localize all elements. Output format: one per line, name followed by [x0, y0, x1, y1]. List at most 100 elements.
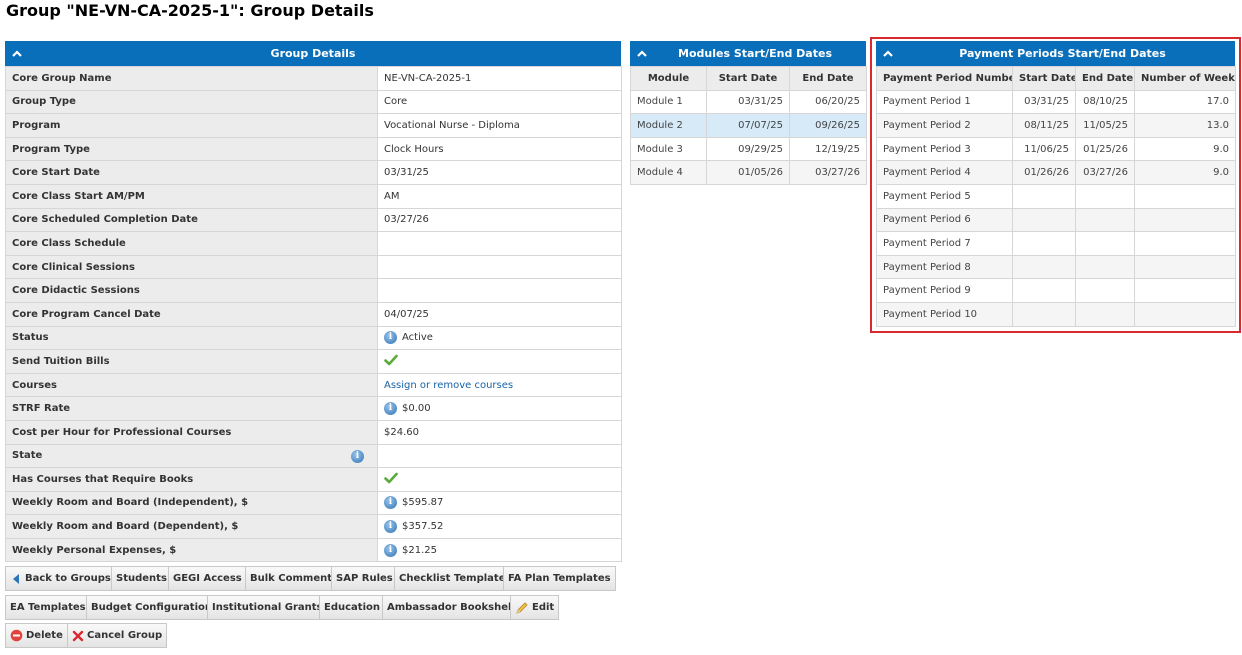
- column-header: Payment Period Number: [876, 66, 1013, 91]
- row-label: Weekly Personal Expenses, $: [5, 537, 378, 563]
- column-header: End Date: [789, 66, 867, 91]
- period-weeks: [1134, 183, 1236, 209]
- row-label: State: [12, 450, 43, 462]
- group-details-table: Core Group Name NE-VN-CA-2025-1 Group Ty…: [5, 66, 622, 563]
- column-header: End Date: [1075, 66, 1135, 91]
- row-label: Weekly Room and Board (Independent), $: [5, 490, 378, 516]
- row-label: Core Didactic Sessions: [5, 278, 378, 303]
- table-row[interactable]: Module 1 03/31/25 06/20/25: [630, 89, 867, 115]
- table-header-row: Payment Period Number Start Date End Dat…: [876, 66, 1236, 91]
- chevron-up-icon[interactable]: [11, 41, 23, 66]
- arrow-left-icon: [13, 573, 19, 584]
- row-value: i $21.25: [377, 537, 622, 563]
- table-row: Payment Period 2 08/11/25 11/05/25 13.0: [876, 113, 1236, 138]
- row-value: i $357.52: [377, 514, 622, 539]
- module-name: Module 1: [630, 89, 707, 115]
- period-name: Payment Period 2: [876, 113, 1013, 138]
- row-label: Has Courses that Require Books: [5, 467, 378, 492]
- students-button[interactable]: Students: [111, 566, 172, 591]
- x-icon: [72, 630, 84, 641]
- row-value: [377, 349, 622, 374]
- gegi-access-label: GEGI Access: [173, 573, 242, 584]
- info-icon[interactable]: i: [384, 331, 397, 345]
- cancel-group-button[interactable]: Cancel Group: [67, 623, 168, 648]
- info-icon[interactable]: i: [384, 402, 397, 416]
- institutional-grants-label: Institutional Grants: [212, 602, 323, 613]
- module-start: 01/05/26: [706, 160, 790, 185]
- table-row: Core Class Start AM/PM AM: [5, 183, 622, 209]
- period-name: Payment Period 6: [876, 207, 1013, 233]
- state-label-cell: State i: [5, 443, 378, 469]
- row-label: Core Start Date: [5, 160, 378, 185]
- assign-courses-link[interactable]: Assign or remove courses: [384, 380, 513, 391]
- bulk-comment-button[interactable]: Bulk Comment: [245, 566, 338, 591]
- module-start: 07/07/25: [706, 113, 790, 138]
- chevron-up-icon[interactable]: [636, 41, 648, 66]
- row-label: Program: [5, 113, 378, 138]
- info-icon[interactable]: i: [384, 496, 397, 510]
- module-start: 09/29/25: [706, 136, 790, 162]
- row-value: Assign or remove courses: [377, 372, 622, 398]
- gegi-access-button[interactable]: GEGI Access: [168, 566, 247, 591]
- module-name: Module 3: [630, 136, 707, 162]
- delete-button[interactable]: Delete: [5, 623, 68, 648]
- period-start: 01/26/26: [1012, 160, 1076, 185]
- checklist-template-button[interactable]: Checklist Template: [394, 566, 511, 591]
- ambassador-bookshelf-label: Ambassador Bookshelf: [387, 602, 516, 613]
- info-icon[interactable]: i: [384, 543, 397, 557]
- info-icon[interactable]: i: [384, 520, 397, 534]
- delete-label: Delete: [26, 630, 63, 641]
- ambassador-bookshelf-button[interactable]: Ambassador Bookshelf: [382, 595, 521, 620]
- modules-table: Module Start Date End Date Module 1 03/3…: [630, 66, 867, 185]
- edit-button[interactable]: Edit: [510, 595, 560, 620]
- table-row-selected[interactable]: Module 2 07/07/25 09/26/25: [630, 113, 867, 138]
- payment-periods-header[interactable]: Payment Periods Start/End Dates: [876, 41, 1235, 66]
- group-details-panel: Group Details Core Group Name NE-VN-CA-2…: [5, 41, 622, 563]
- period-weeks: [1134, 301, 1236, 327]
- table-row[interactable]: Module 3 09/29/25 12/19/25: [630, 136, 867, 162]
- table-row: Status i Active: [5, 325, 622, 351]
- row-label: STRF Rate: [5, 396, 378, 421]
- period-end: 01/25/26: [1075, 136, 1135, 162]
- column-header: Start Date: [1012, 66, 1076, 91]
- group-details-header[interactable]: Group Details: [5, 41, 621, 66]
- table-row: Program Vocational Nurse - Diploma: [5, 113, 622, 138]
- education-button[interactable]: Education: [319, 595, 385, 620]
- table-row: Core Start Date 03/31/25: [5, 160, 622, 185]
- table-header-row: Module Start Date End Date: [630, 66, 867, 91]
- module-end: 06/20/25: [789, 89, 867, 115]
- sap-rules-button[interactable]: SAP Rules: [331, 566, 398, 591]
- column-header: Number of Weeks: [1134, 66, 1236, 91]
- period-weeks: [1134, 231, 1236, 256]
- table-row: Payment Period 5: [876, 183, 1236, 209]
- table-row: Payment Period 4 01/26/26 03/27/26 9.0: [876, 160, 1236, 185]
- group-details-title: Group Details: [270, 47, 356, 60]
- module-name: Module 4: [630, 160, 707, 185]
- status-cell: i Active: [377, 325, 622, 351]
- modules-title: Modules Start/End Dates: [678, 47, 832, 60]
- bulk-comment-label: Bulk Comment: [250, 573, 333, 584]
- table-row: Payment Period 7: [876, 231, 1236, 256]
- status-value: Active: [402, 332, 433, 344]
- check-icon: [384, 472, 398, 487]
- period-start: 03/31/25: [1012, 89, 1076, 115]
- row-value: [377, 467, 622, 492]
- ea-templates-button[interactable]: EA Templates: [5, 595, 91, 620]
- row-value: Clock Hours: [377, 136, 622, 162]
- fa-plan-templates-button[interactable]: FA Plan Templates: [503, 566, 616, 591]
- budget-configuration-button[interactable]: Budget Configuration: [86, 595, 217, 620]
- room-board-independent-value: $595.87: [402, 497, 444, 509]
- table-row: Payment Period 9: [876, 278, 1236, 303]
- back-to-groups-button[interactable]: Back to Groups: [5, 566, 116, 591]
- period-start: [1012, 231, 1076, 256]
- row-label: Group Type: [5, 89, 378, 115]
- chevron-up-icon[interactable]: [882, 41, 894, 66]
- module-end: 03/27/26: [789, 160, 867, 185]
- period-weeks: 17.0: [1134, 89, 1236, 115]
- institutional-grants-button[interactable]: Institutional Grants: [207, 595, 328, 620]
- modules-header[interactable]: Modules Start/End Dates: [630, 41, 866, 66]
- table-row[interactable]: Module 4 01/05/26 03/27/26: [630, 160, 867, 185]
- period-end: 03/27/26: [1075, 160, 1135, 185]
- info-icon[interactable]: i: [351, 449, 364, 463]
- payment-periods-table: Payment Period Number Start Date End Dat…: [876, 66, 1236, 327]
